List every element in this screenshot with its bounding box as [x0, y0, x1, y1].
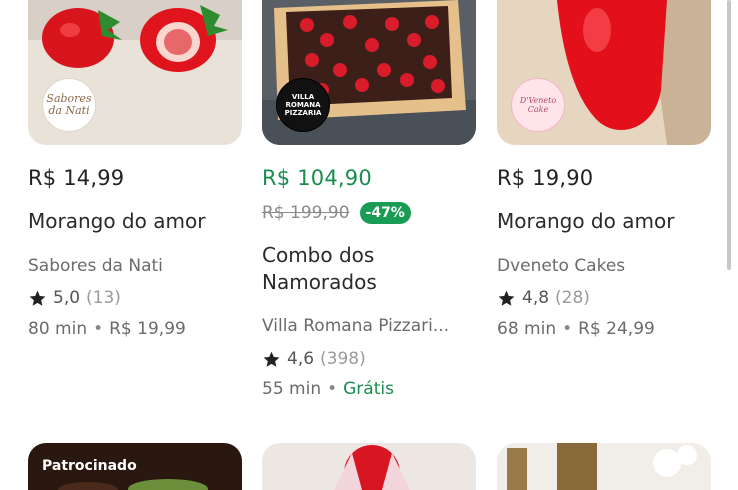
store-rating: 4,8 (28) [497, 288, 590, 308]
delivery-info: 68 min • R$ 24,99 [497, 319, 655, 339]
store-name[interactable]: Sabores da Nati [28, 256, 163, 276]
store-rating: 5,0 (13) [28, 288, 121, 308]
store-name[interactable]: Dveneto Cakes [497, 256, 625, 276]
product-name: Combo dos Namorados [262, 243, 377, 294]
product-price: R$ 19,90 [497, 166, 594, 190]
product-price: R$ 104,90 [262, 166, 372, 190]
store-rating: 4,6 (398) [262, 349, 366, 369]
star-icon [29, 290, 46, 306]
delivery-info: 80 min • R$ 19,99 [28, 319, 186, 339]
product-image[interactable]: Sabores da Nati [28, 0, 242, 145]
delivery-info: 55 min • Grátis [262, 379, 394, 399]
scrollbar[interactable] [727, 0, 731, 270]
store-logo: VILLA ROMANA PIZZARIA [276, 78, 330, 132]
discount-badge: -47% [359, 202, 411, 224]
product-price: R$ 14,99 [28, 166, 125, 190]
sponsored-badge: Patrocinado [42, 458, 137, 474]
product-card-next-2[interactable] [262, 443, 476, 490]
bullet-icon: • [93, 319, 104, 339]
product-name: Morango do amor [497, 209, 675, 233]
store-logo: Sabores da Nati [42, 78, 96, 132]
store-name[interactable]: Villa Romana Pizzari... [262, 316, 449, 336]
product-image[interactable]: D'Veneto Cake [497, 0, 711, 145]
store-logo: D'Veneto Cake [511, 78, 565, 132]
product-name: Morango do amor [28, 209, 206, 233]
product-card-next-3[interactable] [497, 443, 711, 490]
star-icon [263, 351, 280, 367]
old-price: R$ 199,90 [262, 203, 350, 223]
product-image[interactable]: VILLA ROMANA PIZZARIA [262, 0, 476, 145]
product-card-sponsored[interactable]: Patrocinado [28, 443, 242, 490]
bullet-icon: • [327, 379, 338, 399]
star-icon [498, 290, 515, 306]
old-price-row: R$ 199,90 -47% [262, 202, 411, 224]
bullet-icon: • [562, 319, 573, 339]
